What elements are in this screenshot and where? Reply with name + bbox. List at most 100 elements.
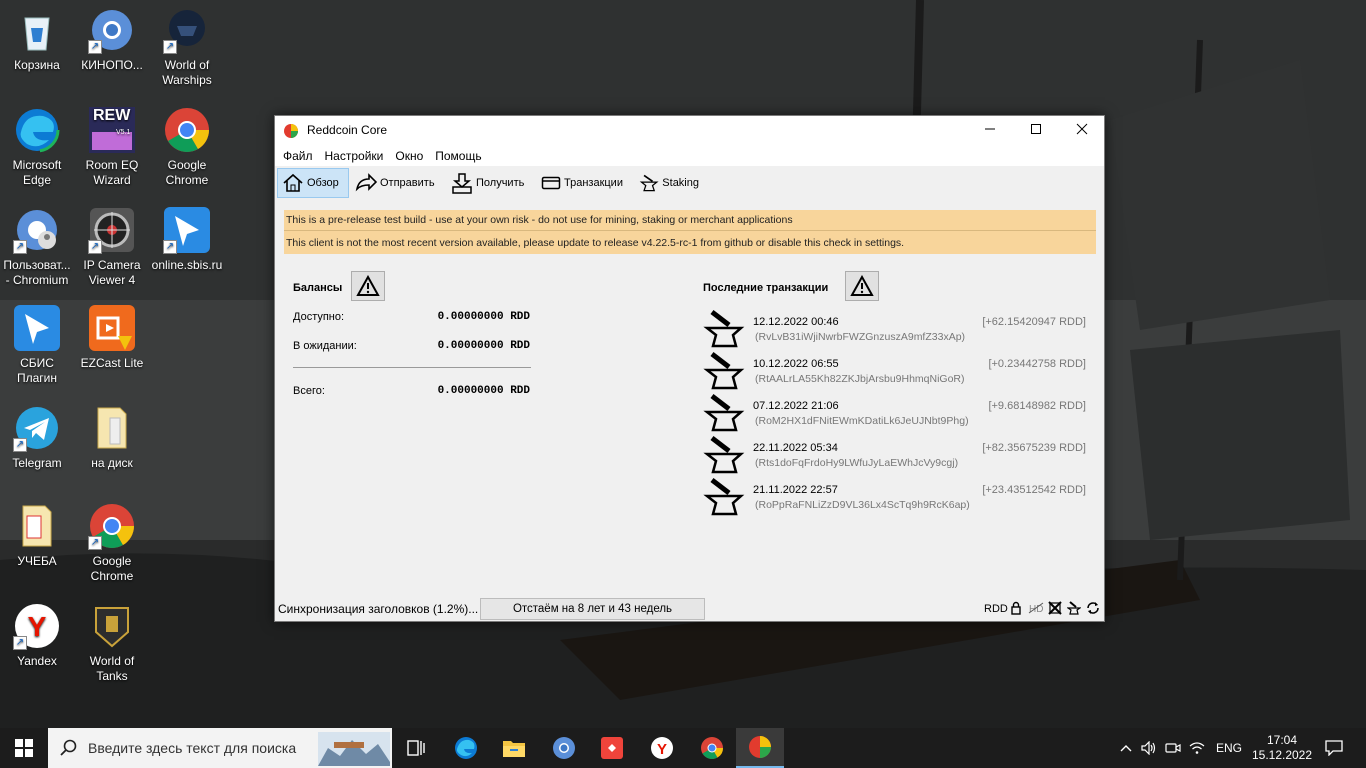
tab-staking[interactable]: Staking [635,168,705,198]
transaction-date: 12.12.2022 00:46 [753,316,839,328]
status-bar: Синхронизация заголовков (1.2%)... Отста… [275,597,1104,621]
input-language[interactable]: ENG [1212,728,1246,768]
transaction-date: 22.11.2022 05:34 [753,442,838,454]
chromium-icon: ↗ [88,6,136,54]
display-unit[interactable]: RDD [984,603,1008,615]
notifications-button[interactable] [1318,728,1350,768]
desktop-icon-sbis-plugin[interactable]: СБИС Плагин [0,304,74,386]
chrome-icon [701,737,723,759]
clock-time: 17:04 [1266,733,1298,747]
desktop-icon-world-of-tanks[interactable]: World of Tanks [75,602,149,684]
tab-overview[interactable]: Обзор [277,168,349,198]
desktop-icon-edge[interactable]: Microsoft Edge [0,106,74,188]
room-eq-wizard-icon: REW V5.1 [88,106,136,154]
volume-button[interactable] [1138,728,1160,768]
transaction-amount: [+82.35675239 RDD] [982,442,1086,454]
menu-file[interactable]: Файл [277,145,319,166]
staking-anvil-icon [639,174,659,192]
transaction-row[interactable]: 22.11.2022 05:34 (Rts1doFqFrdoHy9LWfuJyL… [703,434,1087,476]
staking-anvil-icon [703,310,745,348]
tab-receive[interactable]: Получить [447,168,531,198]
task-view-button[interactable] [392,728,440,768]
desktop-icon-room-eq-wizard[interactable]: REW V5.1 Room EQ Wizard [75,106,149,188]
desktop-icon-label: Yandex [17,654,57,668]
start-button[interactable] [0,728,48,768]
wifi-icon [1189,742,1205,754]
pending-label: В ожидании: [293,340,357,352]
telegram-icon: ↗ [13,404,61,452]
menu-help[interactable]: Помощь [429,145,487,166]
desktop-icon-yandex[interactable]: Y ↗ Yandex [0,602,74,669]
menu-settings[interactable]: Настройки [319,145,390,166]
transaction-row[interactable]: 10.12.2022 06:55 (RtAALrLA55Kh82ZKJbjArs… [703,350,1087,392]
speaker-icon [1141,741,1156,755]
transaction-row[interactable]: 07.12.2022 21:06 (RoM2HX1dFNitEWmKDatiLk… [703,392,1087,434]
desktop-icon-google-chrome-2[interactable]: ↗ Google Chrome [75,502,149,584]
edge-icon [455,737,477,759]
yandex-icon: Y [651,737,673,759]
maximize-button[interactable] [1013,116,1059,145]
taskbar-reddcoin[interactable] [736,728,784,768]
taskbar-search-box[interactable]: Введите здесь текст для поиска [48,728,392,768]
search-icon [60,739,77,756]
staking-status-icon [1067,601,1081,615]
yandex-icon: Y ↗ [13,602,61,650]
taskbar: Введите здесь текст для поиска Y ENG 17:… [0,728,1366,768]
desktop-icon-label: online.sbis.ru [151,258,223,272]
menu-window[interactable]: Окно [389,145,429,166]
close-button[interactable] [1059,116,1105,145]
desktop-icon-na-disk[interactable]: на диск [75,404,149,471]
title-bar[interactable]: Reddcoin Core [275,116,1104,145]
chromium-user-icon: ↗ [13,206,61,254]
desktop-icon-label: World of Tanks [89,654,135,683]
prerelease-warning: This is a pre-release test build - use a… [284,210,1096,231]
search-placeholder: Введите здесь текст для поиска [88,740,297,756]
total-value[interactable]: 0.00000000 RDD [438,385,530,397]
taskbar-file-explorer[interactable] [490,728,538,768]
shortcut-arrow-icon: ↗ [163,240,177,254]
desktop-icon-label: Google Chrome [165,158,209,187]
shortcut-arrow-icon: ↗ [163,40,177,54]
desktop-icon-label: УЧЕБА [17,554,57,568]
show-hidden-icons-button[interactable] [1116,728,1136,768]
pending-value[interactable]: 0.00000000 RDD [438,340,530,352]
tab-transactions[interactable]: Транзакции [537,168,631,198]
desktop-icon-kinopoisk[interactable]: ↗ КИНОПО... [75,6,149,73]
desktop-icon-label: Microsoft Edge [12,158,62,187]
desktop-icon-world-of-warships[interactable]: ↗ World of Warships [150,6,224,88]
desktop-icon-label: EZCast Lite [80,356,144,370]
shortcut-arrow-icon: ↗ [13,438,27,452]
search-highlight-image-icon [318,732,390,766]
minimize-button[interactable] [967,116,1013,145]
network-button[interactable] [1186,728,1208,768]
tab-send[interactable]: Отправить [351,168,441,198]
desktop-icon-ezcast-lite[interactable]: EZCast Lite [75,304,149,371]
send-icon [355,173,377,192]
desktop-icon-google-chrome[interactable]: Google Chrome [150,106,224,188]
transaction-amount: [+62.15420947 RDD] [982,316,1086,328]
desktop-icon-recycle-bin[interactable]: Корзина [0,6,74,73]
taskbar-edge[interactable] [442,728,490,768]
taskbar-chromium[interactable] [540,728,588,768]
transaction-row[interactable]: 21.11.2022 22:57 (RoPpRaFNLiZzD9VL36Lx4S… [703,476,1087,518]
folder-icon [503,741,525,757]
desktop-icon-chromium-user[interactable]: ↗ Пользоват... - Chromium [0,206,74,288]
desktop-icon-ip-camera-viewer[interactable]: ↗ IP Camera Viewer 4 [75,206,149,288]
sbis-plugin-icon [13,304,61,352]
transactions-warning-button[interactable] [845,271,879,301]
meet-now-button[interactable] [1162,728,1184,768]
taskbar-chrome[interactable] [688,728,736,768]
desktop-icon-ucheba[interactable]: УЧЕБА [0,502,74,569]
chromium-icon [553,737,575,759]
taskbar-yandex[interactable]: Y [638,728,686,768]
desktop-icon-online-sbis[interactable]: ↗ online.sbis.ru [150,206,224,273]
available-value[interactable]: 0.00000000 RDD [438,311,530,323]
edge-icon [13,106,61,154]
staking-anvil-icon [703,394,745,432]
clock[interactable]: 17:04 15.12.2022 [1250,728,1314,768]
transaction-row[interactable]: 12.12.2022 00:46 (RvLvB31iWjiNwrbFWZGnzu… [703,308,1087,350]
balances-warning-button[interactable] [351,271,385,301]
taskbar-anydesk[interactable] [588,728,636,768]
desktop-icon-telegram[interactable]: ↗ Telegram [0,404,74,471]
world-of-tanks-icon [88,602,136,650]
